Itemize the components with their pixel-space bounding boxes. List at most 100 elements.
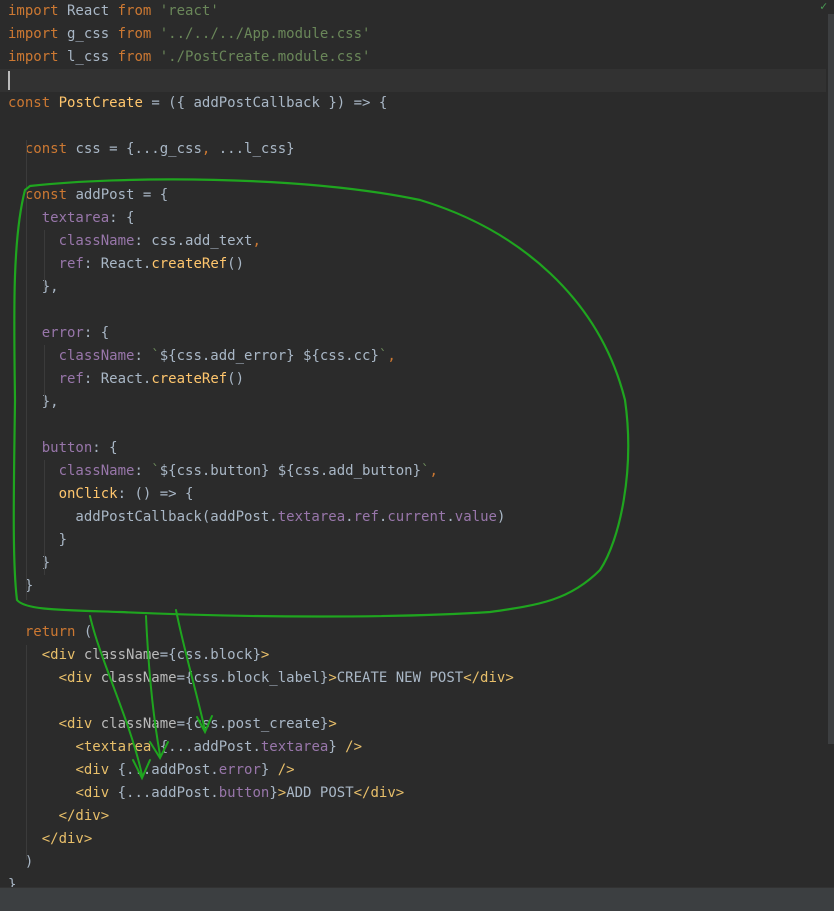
vertical-scrollbar[interactable] xyxy=(826,0,834,888)
code-text: const addPost = { xyxy=(8,184,168,207)
code-line[interactable] xyxy=(0,690,826,713)
code-line[interactable]: </div> xyxy=(0,805,826,828)
code-line[interactable]: const addPost = { xyxy=(0,184,826,207)
code-token: ADD POST xyxy=(286,785,354,801)
code-token: ) xyxy=(496,509,506,525)
code-token: error xyxy=(218,762,261,778)
code-token: }, xyxy=(8,279,59,295)
code-line[interactable]: addPostCallback(addPost.textarea.ref.cur… xyxy=(0,506,826,529)
code-token: , xyxy=(429,463,438,479)
code-token: createRef xyxy=(151,371,228,387)
code-line[interactable]: return ( xyxy=(0,621,826,644)
code-token: ) xyxy=(8,854,34,870)
code-line[interactable]: <textarea {...addPost.textarea} /> xyxy=(0,736,826,759)
code-line[interactable]: className: css.add_text, xyxy=(0,230,826,253)
code-token: className xyxy=(58,233,135,249)
code-token: > xyxy=(277,785,287,801)
code-text: }, xyxy=(8,276,59,299)
code-token: CREATE NEW POST xyxy=(336,670,464,686)
code-line[interactable]: </div> xyxy=(0,828,826,851)
code-line[interactable]: ) xyxy=(0,851,826,874)
code-token: onClick xyxy=(58,486,118,502)
code-token: const xyxy=(24,141,68,157)
code-line[interactable]: const css = {...g_css, ...l_css} xyxy=(0,138,826,161)
check-icon[interactable]: ✓ xyxy=(820,0,832,12)
code-line[interactable]: <div {...addPost.error} /> xyxy=(0,759,826,782)
code-line[interactable]: onClick: () => { xyxy=(0,483,826,506)
code-line[interactable]: <div className={css.block}> xyxy=(0,644,826,667)
code-text: button: { xyxy=(8,437,118,460)
code-line[interactable]: }, xyxy=(0,391,826,414)
code-line[interactable] xyxy=(0,414,826,437)
code-token: > xyxy=(328,716,337,732)
code-token: <textarea xyxy=(75,739,152,755)
code-line[interactable]: } xyxy=(0,552,826,575)
code-line[interactable]: } xyxy=(0,575,826,598)
code-line[interactable]: textarea: { xyxy=(0,207,826,230)
code-token: './PostCreate.module.css' xyxy=(159,49,371,65)
code-line[interactable]: ref: React.createRef() xyxy=(0,253,826,276)
code-text: </div> xyxy=(8,828,93,851)
code-line[interactable]: className: `${css.add_error} ${css.cc}`, xyxy=(0,345,826,368)
code-line[interactable]: } xyxy=(0,529,826,552)
indent-guide xyxy=(44,345,45,405)
code-line[interactable]: }, xyxy=(0,276,826,299)
code-token: import xyxy=(8,26,59,42)
code-line[interactable]: const PostCreate = ({ addPostCallback })… xyxy=(0,92,826,115)
code-token: , xyxy=(252,233,261,249)
code-token: {...addPost. xyxy=(151,739,261,755)
code-token: } xyxy=(269,785,278,801)
code-line[interactable]: <div className={css.block_label}>CREATE … xyxy=(0,667,826,690)
code-token: ref xyxy=(58,371,84,387)
code-token: className xyxy=(58,348,135,364)
code-line[interactable]: import l_css from './PostCreate.module.c… xyxy=(0,46,826,69)
code-text: className: `${css.add_error} ${css.cc}`, xyxy=(8,345,396,368)
code-line[interactable] xyxy=(0,69,826,92)
indent-guide xyxy=(44,460,45,575)
code-line[interactable]: import React from 'react' xyxy=(0,0,826,23)
code-line[interactable] xyxy=(0,115,826,138)
code-token: ref xyxy=(353,509,379,525)
code-line[interactable] xyxy=(0,598,826,621)
code-token: </div> xyxy=(463,670,514,686)
code-text: } xyxy=(8,529,67,552)
code-line[interactable]: import g_css from '../../../App.module.c… xyxy=(0,23,826,46)
code-token: > xyxy=(260,647,270,663)
code-token: current xyxy=(387,509,447,525)
code-text: <div className={css.block}> xyxy=(8,644,270,667)
code-token: : React. xyxy=(83,256,152,272)
indent-guide xyxy=(26,140,27,600)
code-token: css = {...g_css xyxy=(67,141,202,157)
code-line[interactable]: <div className={css.post_create}> xyxy=(0,713,826,736)
code-line[interactable]: } xyxy=(0,874,826,888)
code-token: textarea xyxy=(277,509,346,525)
code-editor[interactable]: import React from 'react' import g_css fr… xyxy=(0,0,826,888)
code-token: ={css.post_create} xyxy=(176,716,329,732)
code-line[interactable]: ref: React.createRef() xyxy=(0,368,826,391)
scrollbar-thumb[interactable] xyxy=(828,14,834,744)
code-token: React xyxy=(58,3,118,19)
code-token: textarea xyxy=(41,210,110,226)
code-token: <div xyxy=(58,716,93,732)
code-token: ...l_css} xyxy=(210,141,295,157)
code-line[interactable]: className: `${css.button} ${css.add_butt… xyxy=(0,460,826,483)
code-line[interactable]: error: { xyxy=(0,322,826,345)
indent-guide xyxy=(26,645,27,860)
code-token: : () => { xyxy=(117,486,194,502)
code-line[interactable] xyxy=(0,299,826,322)
code-line[interactable] xyxy=(0,161,826,184)
code-line[interactable]: button: { xyxy=(0,437,826,460)
code-token: } xyxy=(260,762,278,778)
code-line[interactable]: <div {...addPost.button}>ADD POST</div> xyxy=(0,782,826,805)
